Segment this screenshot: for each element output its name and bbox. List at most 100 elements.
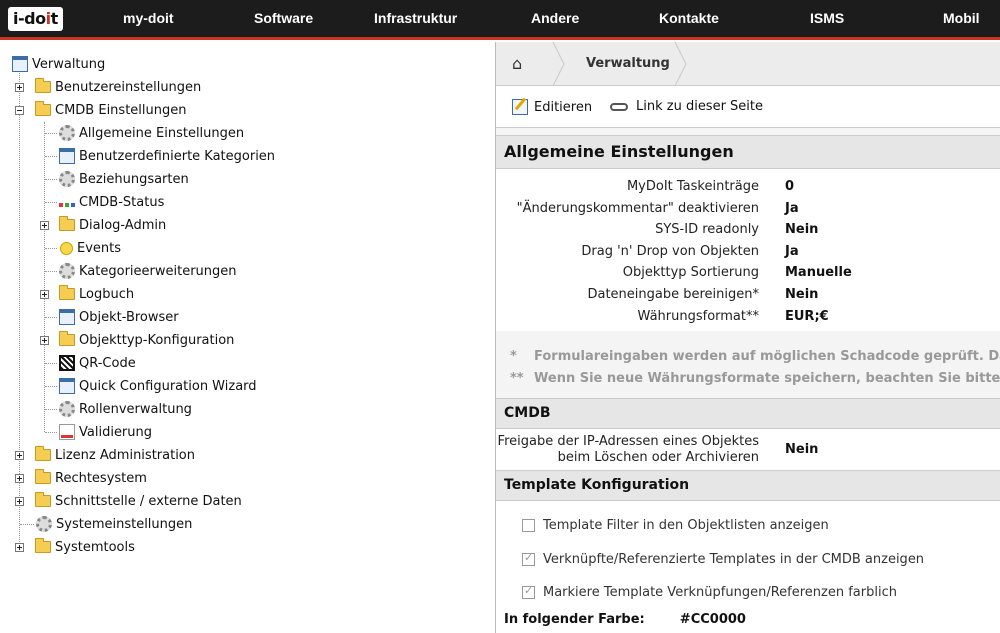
tree-item-label: Validierung <box>79 424 153 440</box>
checkbox-checked[interactable] <box>522 584 535 599</box>
tree-item-label: CMDB-Status <box>79 194 165 210</box>
tree-item-label: Benutzereinstellungen <box>55 79 202 95</box>
footnote-text: Wenn Sie neue Währungsformate speichern,… <box>534 371 1000 386</box>
expand-toggle[interactable] <box>15 83 24 92</box>
checkbox-label: Verknüpfte/Referenzierte Templates in de… <box>543 552 925 567</box>
tree-guide-line <box>45 202 57 203</box>
setting-value: Manuelle <box>785 265 852 280</box>
tree-item-systemtools[interactable]: Systemtools <box>35 536 135 558</box>
tree-item-label: Dialog-Admin <box>79 217 167 233</box>
tree-guide-line <box>45 432 57 433</box>
checkbox-template-filter[interactable]: Template Filter in den Objektlisten anze… <box>522 518 829 533</box>
section-general-body: MyDoIt Taskeinträge 0 "Änderungskommenta… <box>496 169 1000 331</box>
setting-label: Drag 'n' Drop von Objekten <box>581 244 759 259</box>
folder-icon <box>35 469 51 484</box>
tree-item-lizenz-administration[interactable]: Lizenz Administration <box>35 444 195 466</box>
edit-button[interactable]: Editieren <box>512 99 592 115</box>
tree-item-label: Benutzerdefinierte Kategorien <box>79 148 276 164</box>
tree-item-label: Logbuch <box>79 286 135 302</box>
expand-toggle[interactable] <box>15 451 24 460</box>
tree-guide-line <box>20 524 34 525</box>
expand-toggle[interactable] <box>15 543 24 552</box>
template-color-row: In folgender Farbe: #CC0000 <box>504 612 746 627</box>
setting-value: Nein <box>785 442 819 457</box>
tree-item-kategorieerweiterungen[interactable]: Kategorieerweiterungen <box>59 260 237 282</box>
tree-guide-line <box>45 409 57 410</box>
breadcrumb-separator <box>674 42 687 86</box>
tree-guide-line <box>45 271 57 272</box>
nav-mobil[interactable]: Mobil <box>943 0 980 37</box>
breadcrumb: ⌂ Verwaltung <box>496 42 1000 86</box>
folder-icon <box>35 538 51 553</box>
home-icon[interactable]: ⌂ <box>512 54 522 73</box>
tree-item-objekttyp-konfiguration[interactable]: Objekttyp-Konfiguration <box>59 329 234 351</box>
nav-software[interactable]: Software <box>254 0 313 37</box>
tree-item-allgemeine-einstellungen[interactable]: Allgemeine Einstellungen <box>59 122 244 144</box>
setting-value: Nein <box>785 287 819 302</box>
tree-item-benutzereinstellungen[interactable]: Benutzereinstellungen <box>35 76 201 98</box>
tree-guide-line <box>45 363 57 364</box>
tree-item-schnittstelle[interactable]: Schnittstelle / externe Daten <box>35 490 242 512</box>
setting-label: MyDoIt Taskeinträge <box>626 179 759 194</box>
nav-isms[interactable]: ISMS <box>810 0 844 37</box>
section-header-template: Template Konfiguration <box>496 470 1000 501</box>
tree-item-cmdb-einstellungen[interactable]: CMDB Einstellungen <box>35 99 186 121</box>
tree-item-label: Systemtools <box>55 539 135 555</box>
tree-item-label: Objekt-Browser <box>79 309 179 325</box>
breadcrumb-current[interactable]: Verwaltung <box>586 56 670 71</box>
tree-item-label: Beziehungsarten <box>79 171 189 187</box>
tree-item-label: Quick Configuration Wizard <box>79 378 257 394</box>
tree-item-objekt-browser[interactable]: Objekt-Browser <box>59 306 179 328</box>
tree-root-verwaltung[interactable]: Verwaltung <box>12 53 105 75</box>
tree-item-rollenverwaltung[interactable]: Rollenverwaltung <box>59 398 192 420</box>
tree-item-label: CMDB Einstellungen <box>55 102 187 118</box>
tree-item-qr-code[interactable]: QR-Code <box>59 352 136 374</box>
tree-item-systemeinstellungen[interactable]: Systemeinstellungen <box>36 513 192 535</box>
checkbox-mark-template-links[interactable]: Markiere Template Verknüpfungen/Referenz… <box>522 584 897 600</box>
tree-item-quick-configuration-wizard[interactable]: Quick Configuration Wizard <box>59 375 257 397</box>
setting-label: beim Löschen oder Archivieren <box>557 450 759 465</box>
setting-label: Währungsformat** <box>637 309 759 324</box>
setting-value: Ja <box>785 201 799 216</box>
checkbox-checked[interactable] <box>522 551 535 566</box>
nav-infrastruktur[interactable]: Infrastruktur <box>374 0 457 37</box>
gear-icon <box>59 263 75 279</box>
footnote-mark: ** <box>510 371 524 386</box>
folder-icon <box>59 285 75 300</box>
tree-item-benutzerdefinierte-kategorien[interactable]: Benutzerdefinierte Kategorien <box>59 145 275 167</box>
checkbox[interactable] <box>522 519 535 532</box>
folder-open-icon <box>35 101 51 116</box>
expand-toggle[interactable] <box>40 221 49 230</box>
expand-toggle[interactable] <box>40 336 49 345</box>
tree-item-label: Lizenz Administration <box>55 447 195 463</box>
footnote-mark: * <box>510 349 517 364</box>
link-to-page-button[interactable]: Link zu dieser Seite <box>610 99 763 114</box>
tree-item-validierung[interactable]: Validierung <box>59 421 152 443</box>
setting-value: Nein <box>785 222 819 237</box>
browser-window-icon <box>59 309 75 325</box>
tree-item-beziehungsarten[interactable]: Beziehungsarten <box>59 168 189 190</box>
expand-toggle[interactable] <box>40 290 49 299</box>
tree-item-logbuch[interactable]: Logbuch <box>59 283 134 305</box>
collapse-toggle[interactable] <box>15 106 24 115</box>
nav-andere[interactable]: Andere <box>531 0 579 37</box>
top-navigation: i-doit my-doit Software Infrastruktur An… <box>0 0 1000 40</box>
idoit-logo[interactable]: i-doit <box>8 7 63 31</box>
tree-item-events[interactable]: Events <box>60 237 121 259</box>
expand-toggle[interactable] <box>15 497 24 506</box>
tree-item-dialog-admin[interactable]: Dialog-Admin <box>59 214 166 236</box>
expand-toggle[interactable] <box>15 474 24 483</box>
section-template-body: Template Filter in den Objektlisten anze… <box>496 501 1000 633</box>
validation-document-icon <box>59 424 75 440</box>
tree-guide-line <box>45 317 57 318</box>
checkbox-templates-in-cmdb[interactable]: Verknüpfte/Referenzierte Templates in de… <box>522 551 925 567</box>
tree-item-label: Kategorieerweiterungen <box>79 263 237 279</box>
nav-kontakte[interactable]: Kontakte <box>659 0 719 37</box>
tree-item-cmdb-status[interactable]: CMDB-Status <box>59 191 164 213</box>
tree-guide-line <box>45 248 57 249</box>
nav-my-doit[interactable]: my-doit <box>123 0 174 37</box>
tree-item-rechtesystem[interactable]: Rechtesystem <box>35 467 147 489</box>
gear-icon <box>59 401 75 417</box>
footnote-1: * Formulareingaben werden auf möglichen S… <box>510 349 1000 364</box>
edit-button-label: Editieren <box>534 99 593 115</box>
